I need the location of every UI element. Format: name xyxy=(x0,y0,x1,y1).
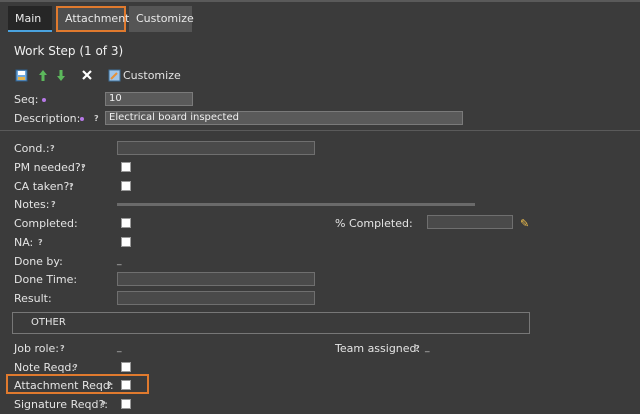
na-checkbox[interactable] xyxy=(121,237,131,247)
done-by-label: Done by: xyxy=(14,255,63,268)
help-icon[interactable]: ? xyxy=(415,344,420,353)
done-by-value: _ xyxy=(117,256,122,266)
delete-icon[interactable] xyxy=(80,68,94,82)
required-dot xyxy=(80,117,84,121)
attachment-reqd-label: Attachment Reqd: xyxy=(14,379,114,392)
description-input[interactable]: Electrical board inspected xyxy=(105,111,463,125)
help-icon[interactable]: ? xyxy=(101,400,106,409)
divider xyxy=(0,130,640,131)
cond-input[interactable] xyxy=(117,141,315,155)
completed-checkbox[interactable] xyxy=(121,218,131,228)
pm-needed-checkbox[interactable] xyxy=(121,162,131,172)
job-role-label: Job role: xyxy=(14,342,59,355)
done-time-input[interactable] xyxy=(117,272,315,286)
attachment-reqd-checkbox[interactable] xyxy=(121,380,131,390)
top-border xyxy=(0,0,640,2)
help-icon[interactable]: ? xyxy=(50,144,55,153)
help-icon[interactable]: ? xyxy=(73,363,78,372)
team-assigned-value: _ xyxy=(425,343,430,353)
help-icon[interactable]: ? xyxy=(38,238,43,247)
description-label: Description: xyxy=(14,112,81,125)
done-time-label: Done Time: xyxy=(14,273,78,286)
help-icon[interactable]: ? xyxy=(60,344,65,353)
required-dot xyxy=(42,98,46,102)
cond-label: Cond.: xyxy=(14,142,50,155)
customize-link[interactable]: Customize xyxy=(123,69,181,82)
tab-attachment[interactable]: Attachment xyxy=(56,6,130,32)
notes-input[interactable] xyxy=(117,203,475,206)
section-other-label: OTHER xyxy=(31,317,66,328)
notes-label: Notes: xyxy=(14,198,50,211)
percent-completed-label: % Completed: xyxy=(335,217,413,230)
signature-reqd-checkbox[interactable] xyxy=(121,399,131,409)
pm-needed-label: PM needed?: xyxy=(14,161,85,174)
note-reqd-checkbox[interactable] xyxy=(121,362,131,372)
help-icon[interactable]: ? xyxy=(94,114,99,123)
ca-taken-checkbox[interactable] xyxy=(121,181,131,191)
seq-input[interactable]: 10 xyxy=(105,92,193,106)
save-icon[interactable] xyxy=(14,68,28,82)
signature-reqd-label: Signature Reqd?: xyxy=(14,398,108,411)
customize-icon[interactable] xyxy=(107,68,121,82)
help-icon[interactable]: ? xyxy=(107,381,112,390)
pencil-icon[interactable]: ✎ xyxy=(520,217,529,230)
ca-taken-label: CA taken?: xyxy=(14,180,74,193)
result-label: Result: xyxy=(14,292,52,305)
help-icon[interactable]: ? xyxy=(51,200,56,209)
result-input[interactable] xyxy=(117,291,315,305)
percent-completed-input[interactable] xyxy=(427,215,513,229)
seq-label: Seq: xyxy=(14,93,39,106)
team-assigned-label: Team assigned: xyxy=(335,342,421,355)
help-icon[interactable]: ? xyxy=(69,182,74,191)
na-label: NA: xyxy=(14,236,34,249)
tab-main[interactable]: Main xyxy=(8,6,52,32)
help-icon[interactable]: ? xyxy=(81,163,86,172)
job-role-value: _ xyxy=(117,343,122,353)
arrow-down-icon[interactable] xyxy=(54,68,68,82)
note-reqd-label: Note Reqd: xyxy=(14,361,76,374)
section-other[interactable]: OTHER xyxy=(12,312,530,334)
arrow-up-icon[interactable] xyxy=(36,68,50,82)
tab-customize[interactable]: Customize xyxy=(129,6,194,32)
page-title: Work Step (1 of 3) xyxy=(14,44,124,58)
completed-label: Completed: xyxy=(14,217,78,230)
